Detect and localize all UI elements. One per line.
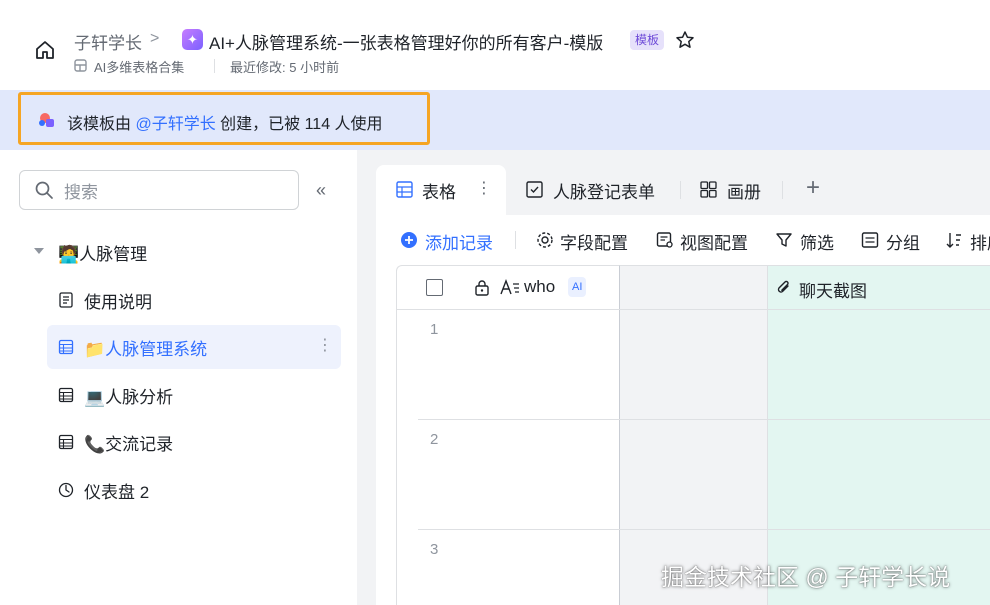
form-icon: [526, 181, 543, 198]
tree-root-folder[interactable]: 🧑‍💻人脉管理: [58, 240, 147, 265]
view-config-button[interactable]: 视图配置: [680, 229, 748, 254]
header-divider: [396, 309, 990, 310]
row-divider: [418, 419, 990, 420]
search-input[interactable]: [19, 170, 299, 210]
gallery-icon: [700, 181, 717, 198]
plus-circle-icon: [401, 232, 417, 248]
search-icon: [35, 181, 53, 199]
row-divider: [418, 529, 990, 530]
sidebar-item-label: 💻人脉分析: [84, 388, 174, 407]
add-view-icon[interactable]: +: [806, 174, 820, 202]
table-icon: [58, 434, 74, 450]
tab-form[interactable]: 人脉登记表单: [553, 178, 655, 203]
grid-scroll-area: [620, 265, 767, 605]
banner-prefix: 该模板由: [67, 116, 136, 133]
gear-icon: [537, 232, 553, 248]
last-modified: 最近修改: 5 小时前: [230, 60, 340, 75]
field-config-button[interactable]: 字段配置: [560, 229, 628, 254]
tab-more-icon[interactable]: ⋮: [476, 178, 492, 198]
toolbar-divider: [515, 231, 516, 249]
table-icon: [58, 339, 74, 355]
template-badge: 模板: [630, 30, 665, 50]
doc-type-label[interactable]: AI多维表格合集: [94, 57, 184, 76]
caret-down-icon[interactable]: [34, 248, 44, 254]
column-header-who[interactable]: who: [524, 277, 555, 297]
search-placeholder: 搜索: [64, 183, 98, 202]
base-app-icon: ✦: [182, 29, 203, 50]
tab-gallery[interactable]: 画册: [727, 178, 761, 203]
tab-divider: [782, 181, 783, 199]
text-field-icon: [500, 279, 519, 295]
collapse-sidebar-icon[interactable]: «: [316, 180, 326, 201]
template-info-text: 该模板由 @子轩学长 创建，已被 114 人使用: [67, 110, 383, 134]
sidebar-item-label: 📁人脉管理系统: [84, 340, 208, 359]
breadcrumb-separator: >: [150, 30, 160, 47]
group-icon: [861, 232, 879, 248]
sidebar-item-label: 📞交流记录: [84, 435, 174, 454]
filter-icon: [776, 233, 792, 247]
select-all-checkbox[interactable]: [426, 279, 443, 296]
home-icon[interactable]: [33, 38, 57, 62]
sidebar-item-contact-analysis[interactable]: 💻人脉分析: [47, 373, 341, 417]
filter-button[interactable]: 筛选: [800, 229, 834, 254]
template-shapes-icon: [39, 113, 54, 127]
row-number: 1: [430, 321, 439, 338]
grid-view-icon: [396, 181, 413, 198]
star-icon[interactable]: [675, 30, 695, 50]
view-config-icon: [656, 232, 673, 248]
creator-mention-link[interactable]: @子轩学长: [135, 116, 215, 133]
column-header-chat-screenshot[interactable]: 聊天截图: [799, 277, 867, 302]
banner-suffix: 创建，已被 114 人使用: [215, 116, 383, 133]
more-options-icon[interactable]: ⋮: [317, 335, 333, 355]
page-title[interactable]: AI+人脉管理系统-一张表格管理好你的所有客户-模版: [209, 29, 603, 54]
watermark: 掘金技术社区 @ 子轩学长说: [661, 564, 951, 590]
breadcrumb-owner[interactable]: 子轩学长: [74, 29, 142, 54]
table-icon: [58, 387, 74, 403]
ai-badge: AI: [568, 277, 587, 297]
sort-icon: [946, 233, 961, 248]
sidebar-item-label: 使用说明: [84, 293, 152, 312]
collection-icon: [74, 59, 87, 72]
add-record-button[interactable]: 添加记录: [425, 229, 493, 254]
sidebar-item-label: 仪表盘 2: [84, 483, 150, 502]
divider: [214, 59, 215, 73]
sidebar-item-dashboard[interactable]: 仪表盘 2: [47, 468, 341, 512]
doc-icon: [59, 292, 73, 308]
group-button[interactable]: 分组: [886, 229, 920, 254]
lock-icon: [475, 280, 489, 296]
row-number: 2: [430, 431, 439, 448]
dashboard-icon: [58, 482, 74, 498]
sort-button[interactable]: 排序: [970, 229, 990, 254]
sidebar-item-guide[interactable]: 使用说明: [47, 278, 341, 322]
paperclip-icon: [777, 280, 789, 293]
sidebar-item-contact-system[interactable]: 📁人脉管理系统 ⋮: [47, 325, 341, 369]
row-number: 3: [430, 541, 439, 558]
attachment-column[interactable]: [767, 265, 990, 605]
tab-table-label[interactable]: 表格: [422, 178, 456, 203]
sidebar-item-communication-log[interactable]: 📞交流记录: [47, 420, 341, 464]
tab-divider: [680, 181, 681, 199]
